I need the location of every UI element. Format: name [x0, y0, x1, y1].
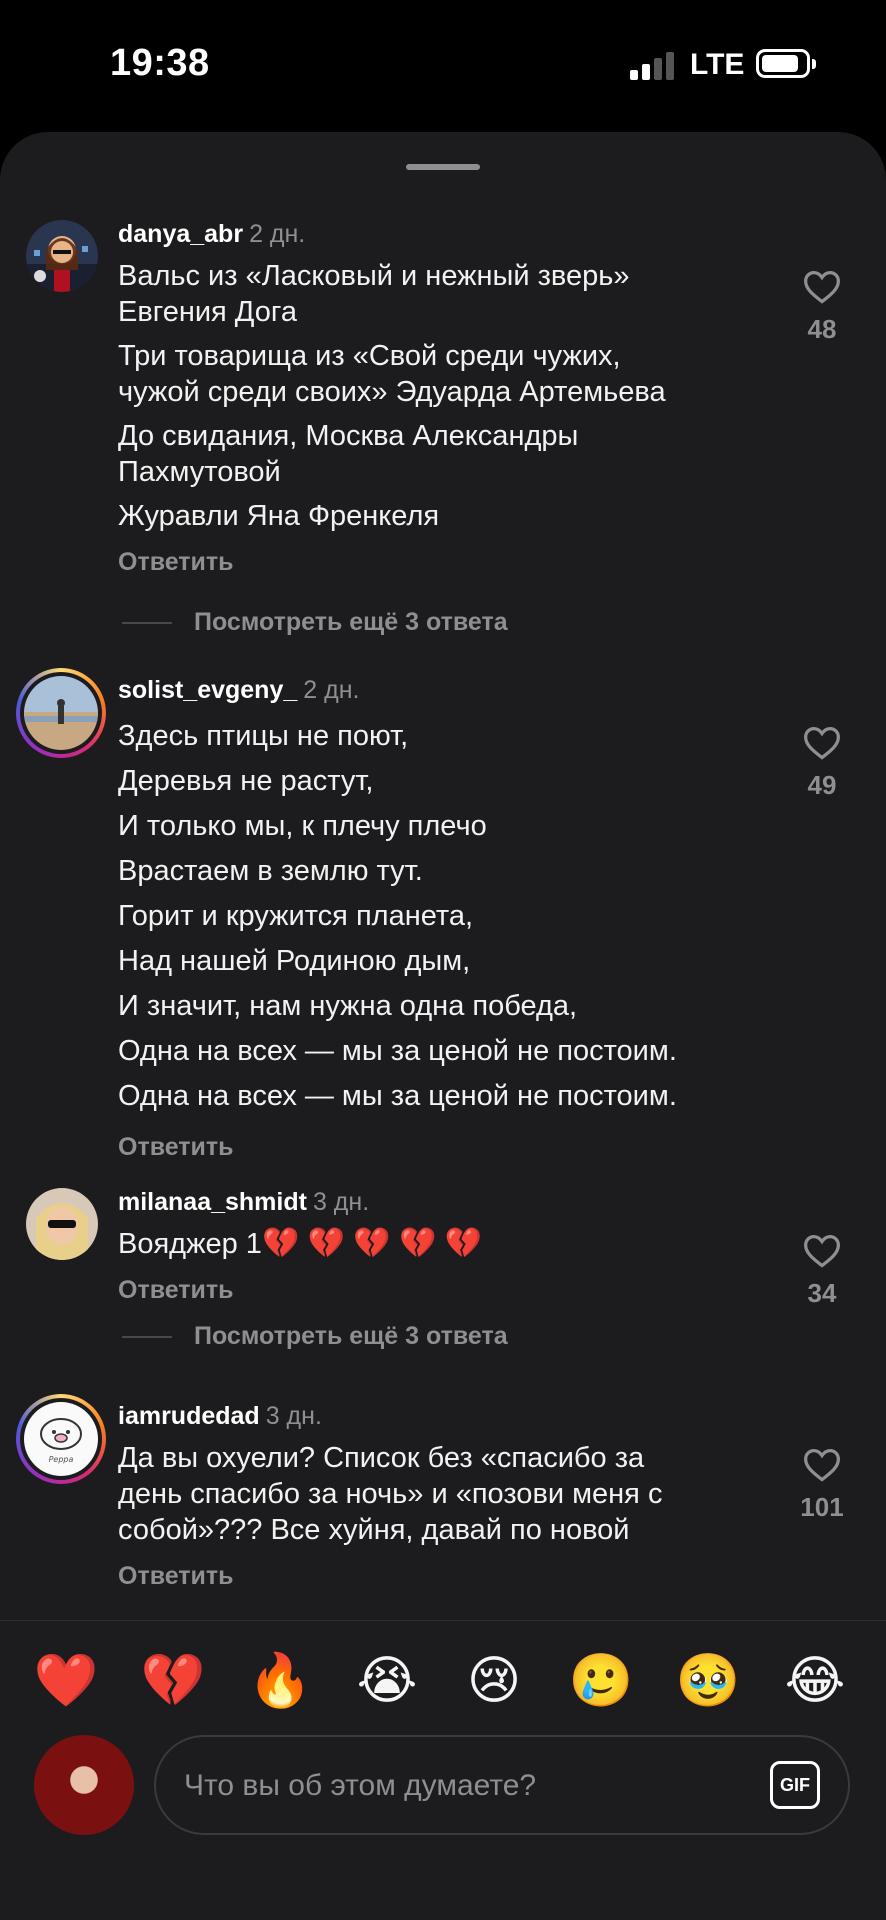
heart-icon [803, 1234, 841, 1268]
view-more-replies[interactable]: Посмотреть ещё 3 ответа [122, 608, 508, 637]
view-more-label: Посмотреть ещё 3 ответа [194, 608, 508, 636]
like-button[interactable]: 101 [796, 1446, 848, 1523]
comment-time: 2 дн. [303, 676, 360, 704]
avatar[interactable]: Peppa [16, 1394, 106, 1484]
comment-text: Одна на всех — мы за ценой не постоим. [118, 1080, 677, 1112]
broken-heart-emojis: 💔 💔 💔 💔 💔 [261, 1227, 483, 1260]
avatar[interactable] [26, 1188, 98, 1260]
comment-input-box[interactable]: GIF [154, 1735, 850, 1835]
emoji-crying[interactable]: 😢 [459, 1651, 529, 1711]
reply-button[interactable]: Ответить [118, 1276, 234, 1305]
comment-text: Три товарища из «Свой среди чужих, [118, 340, 621, 372]
like-count: 34 [807, 1278, 837, 1308]
comment-input[interactable] [184, 1763, 704, 1809]
comment-username[interactable]: iamrudedad [118, 1402, 260, 1430]
status-time: 19:38 [110, 42, 210, 84]
network-label: LTE [690, 48, 745, 81]
heart-icon [803, 270, 841, 304]
comment-time: 3 дн. [265, 1402, 322, 1430]
status-bar: 19:38 LTE [0, 0, 886, 130]
comment-input-row: GIF [0, 1735, 886, 1845]
comment-text: Журавли Яна Френкеля [118, 500, 440, 532]
comment-text: Врастаем в землю тут. [118, 855, 423, 887]
emoji-loudly-crying[interactable]: 😭 [352, 1651, 422, 1711]
emoji-fire[interactable]: 🔥 [245, 1651, 315, 1711]
comment-text: И только мы, к плечу плечо [118, 810, 487, 842]
comment-text: Пахмутовой [118, 456, 281, 488]
like-count: 101 [800, 1492, 844, 1522]
comment-body: danya_abr 2 дн. Вальс из «Ласковый и нежн… [118, 218, 758, 577]
comment-text: Горит и кружится планета, [118, 900, 474, 932]
emoji-broken-heart[interactable]: 💔 [138, 1651, 208, 1711]
emoji-smiling-tear[interactable]: 🥲 [566, 1651, 636, 1711]
comment-username[interactable]: danya_abr [118, 220, 243, 248]
like-button[interactable]: 48 [796, 268, 848, 345]
comment-text: Евгения Дога [118, 296, 297, 328]
like-button[interactable]: 49 [796, 724, 848, 801]
comment-username[interactable]: milanaa_shmidt [118, 1188, 307, 1216]
like-button[interactable]: 34 [796, 1232, 848, 1309]
current-user-avatar [34, 1735, 134, 1835]
comment-body: milanaa_shmidt 3 дн. Вояджер 1💔 💔 💔 💔 💔 О… [118, 1186, 758, 1305]
emoji-laughing[interactable]: 😂 [780, 1651, 850, 1711]
like-count: 49 [807, 770, 837, 800]
view-more-label: Посмотреть ещё 3 ответа [194, 1322, 508, 1350]
avatar[interactable] [16, 668, 106, 758]
comment-body: solist_evgeny_ 2 дн. Здесь птицы не поют,… [118, 674, 758, 1162]
svg-text:Peppa: Peppa [49, 1455, 74, 1464]
comment-text: Над нашей Родиною дым, [118, 945, 471, 977]
comment-text: чужой среди своих» Эдуарда Артемьева [118, 376, 666, 408]
reply-button[interactable]: Ответить [118, 1133, 234, 1162]
battery-icon [756, 49, 816, 78]
comment-text: Деревья не растут, [118, 765, 374, 797]
comment-text: Да вы охуели? Список без «спасибо за [118, 1442, 645, 1474]
comment-text: Здесь птицы не поют, [118, 720, 409, 752]
emoji-reaction-bar: ❤️ 💔 🔥 😭 😢 🥲 🥹 😂 [0, 1620, 886, 1732]
comment-time: 3 дн. [312, 1188, 370, 1216]
emoji-holding-back-tears[interactable]: 🥹 [673, 1651, 743, 1711]
comment-time: 2 дн. [249, 220, 306, 248]
home-indicator [0, 1870, 886, 1920]
comment-text: день спасибо за ночь» и «позови меня с [118, 1478, 663, 1510]
comment-text: Одна на всех — мы за ценой не постоим. [118, 1035, 677, 1067]
sheet-grabber[interactable] [406, 164, 480, 170]
comment-text: Вояджер 1 [118, 1228, 262, 1260]
comment-text: И значит, нам нужна одна победа, [118, 990, 578, 1022]
comment-text: собой»??? Все хуйня, давай по новой [118, 1514, 630, 1546]
comment-text: До свидания, Москва Александры [118, 420, 579, 452]
reply-button[interactable]: Ответить [118, 548, 234, 577]
comment-body: iamrudedad 3 дн. Да вы охуели? Список без… [118, 1400, 758, 1591]
comment-username[interactable]: solist_evgeny_ [118, 676, 297, 704]
view-more-replies[interactable]: Посмотреть ещё 3 ответа [122, 1322, 508, 1351]
emoji-red-heart[interactable]: ❤️ [31, 1651, 101, 1711]
heart-icon [803, 1448, 841, 1482]
heart-icon [803, 726, 841, 760]
signal-icon [630, 50, 674, 80]
comment-text: Вальс из «Ласковый и нежный зверь» [118, 260, 630, 292]
gif-button[interactable]: GIF [770, 1761, 820, 1809]
like-count: 48 [807, 314, 837, 344]
avatar[interactable] [26, 220, 98, 292]
reply-button[interactable]: Ответить [118, 1562, 234, 1591]
